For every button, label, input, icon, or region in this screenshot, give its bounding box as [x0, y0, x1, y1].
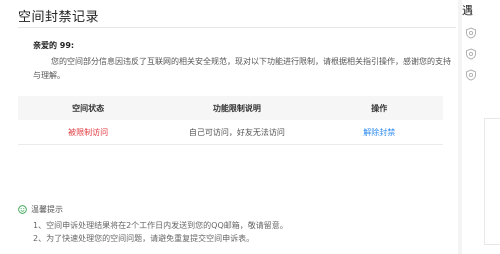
- tip-item: 2、为了快速处理您的空间问题，请避免重复提交空间申诉表。: [33, 234, 255, 243]
- restriction-table: 空间状态 功能限制说明 操作 被限制访问 自己可访问，好友无法访问 解除封禁: [18, 96, 443, 145]
- tip-item: 1、空间申诉处理结果将在2个工作日内发送到您的QQ邮箱，敬请留意。: [33, 221, 288, 230]
- column-header-status: 空间状态: [18, 96, 159, 120]
- shield-icon: [466, 48, 476, 60]
- smile-icon: [18, 205, 27, 214]
- tips-title: 温馨提示: [31, 205, 63, 214]
- notice-text: 您的空间部分信息因违反了互联网的相关安全规范，现对以下功能进行限制，请根据相关指…: [33, 55, 451, 83]
- main-panel: 空间封禁记录 亲爱的 99: 您的空间部分信息因违反了互联网的相关安全规范，现对…: [0, 0, 458, 254]
- table-header-row: 空间状态 功能限制说明 操作: [18, 96, 443, 120]
- shield-icon: [466, 27, 476, 39]
- description-cell: 自己可访问，好友无法访问: [158, 120, 316, 145]
- shield-icon: [466, 69, 476, 81]
- sidebar-card: [484, 118, 500, 245]
- status-cell: 被限制访问: [18, 120, 159, 145]
- right-sidebar: 遇: [462, 0, 500, 254]
- greeting: 亲爱的 99:: [33, 41, 75, 50]
- sidebar-title: 遇: [462, 4, 473, 17]
- table-row: 被限制访问 自己可访问，好友无法访问 解除封禁: [18, 120, 443, 145]
- title-divider: [18, 27, 456, 28]
- tips-header: 温馨提示: [18, 204, 63, 215]
- page-title: 空间封禁记录: [18, 10, 100, 25]
- unban-link[interactable]: 解除封禁: [363, 128, 395, 137]
- tips-list: 1、空间申诉处理结果将在2个工作日内发送到您的QQ邮箱，敬请留意。 2、为了快速…: [33, 219, 288, 245]
- action-cell: 解除封禁: [315, 120, 443, 145]
- column-header-description: 功能限制说明: [158, 96, 316, 120]
- column-header-action: 操作: [315, 96, 443, 120]
- notice-body: 您的空间部分信息因违反了互联网的相关安全规范，现对以下功能进行限制，请根据相关指…: [33, 57, 451, 80]
